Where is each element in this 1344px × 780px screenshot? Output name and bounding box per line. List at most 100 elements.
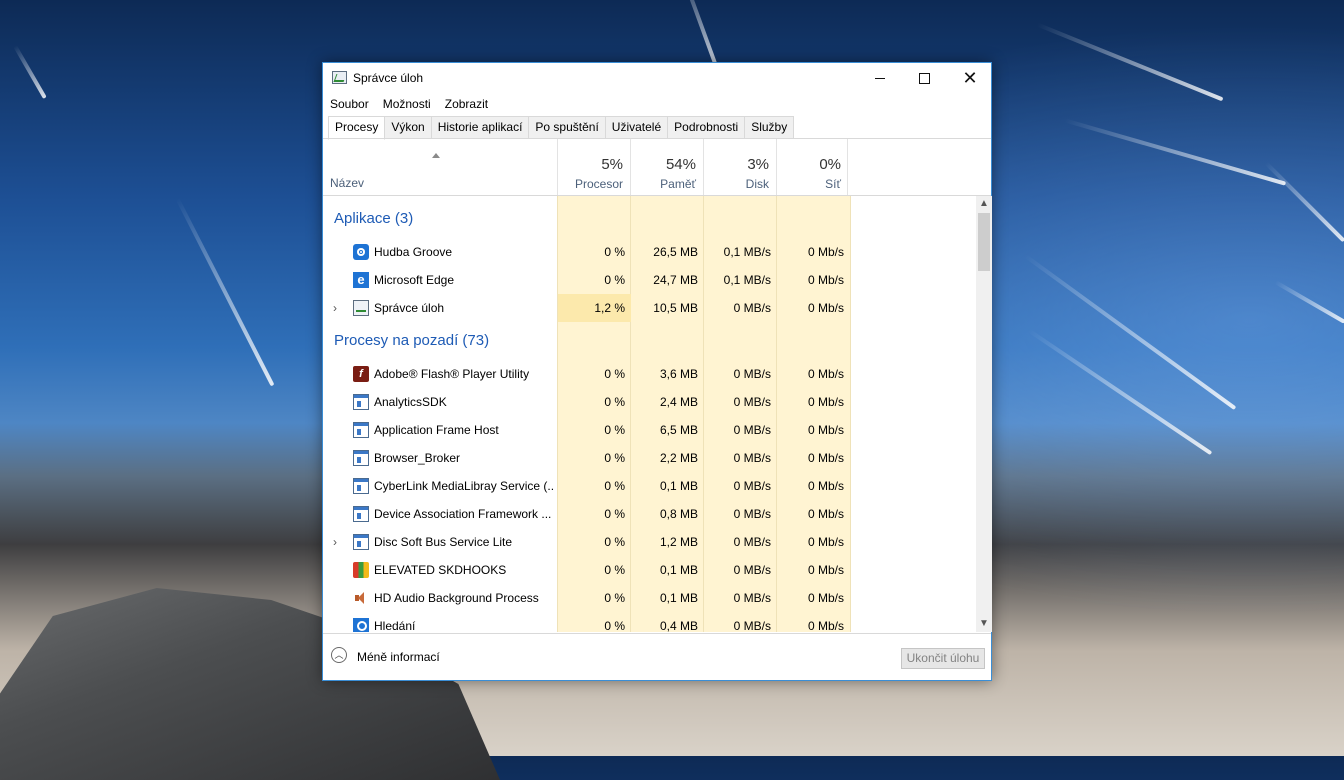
process-name: Hudba Groove xyxy=(374,245,453,259)
memory-total: 54% xyxy=(665,156,696,173)
table-row[interactable]: Device Association Framework ... 0 % 0,8 M… xyxy=(323,500,975,528)
column-header: Název 5% Procesor 54% Paměť 3% Disk 0% S… xyxy=(323,139,991,196)
memory-value: 2,2 MB xyxy=(659,451,698,465)
tab-podrobnosti[interactable]: Podrobnosti xyxy=(668,116,746,139)
memory-value: 10,5 MB xyxy=(653,301,698,315)
close-icon: ✕ xyxy=(962,68,978,88)
footer-bar: ︿ Méně informací Ukončit úlohu xyxy=(323,633,991,682)
cpu-value: 0 % xyxy=(604,479,625,493)
column-name-header[interactable]: Název xyxy=(330,176,364,190)
network-value: 0 Mb/s xyxy=(807,479,844,493)
table-row[interactable]: f Adobe® Flash® Player Utility 0 % 3,6 MB 0 … xyxy=(323,360,975,388)
disk-value: 0 MB/s xyxy=(733,563,771,577)
network-value: 0 Mb/s xyxy=(807,395,844,409)
process-name: Hledání xyxy=(374,619,416,632)
table-row[interactable]: AnalyticsSDK 0 % 2,4 MB 0 MB/s 0 Mb/s xyxy=(323,388,975,416)
cpu-value: 0 % xyxy=(604,367,625,381)
memory-value: 24,7 MB xyxy=(653,273,698,287)
edge-icon: e xyxy=(353,272,369,288)
menu-moznosti[interactable]: Možnosti xyxy=(376,93,438,115)
process-name: Microsoft Edge xyxy=(374,273,455,287)
table-row[interactable]: › Správce úloh 1,2 % 10,5 MB 0 MB/s 0 Mb/s xyxy=(323,294,975,322)
scroll-down-icon[interactable]: ▼ xyxy=(976,616,992,632)
maximize-icon xyxy=(918,72,930,84)
memory-value: 26,5 MB xyxy=(653,245,698,259)
disk-value: 0 MB/s xyxy=(733,507,771,521)
disk-value: 0 MB/s xyxy=(733,301,771,315)
disk-value: 0,1 MB/s xyxy=(723,245,771,259)
disk-value: 0 MB/s xyxy=(733,367,771,381)
disk-value: 0 MB/s xyxy=(733,395,771,409)
disk-value: 0 MB/s xyxy=(733,619,771,632)
table-row[interactable]: CyberLink MediaLibray Service (... 0 % 0,1… xyxy=(323,472,975,500)
table-row[interactable]: HD Audio Background Process 0 % 0,1 MB 0 MB… xyxy=(323,584,975,612)
disk-value: 0,1 MB/s xyxy=(723,273,771,287)
menu-bar: Soubor Možnosti Zobrazit xyxy=(323,93,991,115)
disk-value: 0 MB/s xyxy=(733,591,771,605)
task-manager-window: Správce úloh ✕ Soubor Možnosti Zobrazit … xyxy=(322,62,992,681)
sort-up-icon xyxy=(432,153,440,158)
table-row[interactable]: e Microsoft Edge 0 % 24,7 MB 0,1 MB/s 0 Mb/s xyxy=(323,266,975,294)
tab-procesy[interactable]: Procesy xyxy=(328,116,386,140)
process-name: Application Frame Host xyxy=(374,423,499,437)
flash-icon: f xyxy=(353,366,369,382)
menu-soubor[interactable]: Soubor xyxy=(323,93,376,115)
group-apps-header[interactable]: Aplikace (3) xyxy=(334,210,413,227)
table-row[interactable]: › Disc Soft Bus Service Lite 0 % 1,2 MB 0 MB… xyxy=(323,528,975,556)
group-background-header[interactable]: Procesy na pozadí (73) xyxy=(334,332,489,349)
title-bar[interactable]: Správce úloh ✕ xyxy=(323,63,991,93)
network-value: 0 Mb/s xyxy=(807,535,844,549)
process-name: Device Association Framework ... xyxy=(374,507,552,521)
tab-po-spusteni[interactable]: Po spuštění xyxy=(529,116,606,139)
task-manager-icon xyxy=(332,71,347,84)
table-row[interactable]: Hledání 0 % 0,4 MB 0 MB/s 0 Mb/s xyxy=(323,612,975,632)
vertical-scrollbar[interactable]: ▲ ▼ xyxy=(976,196,992,632)
table-row[interactable]: Application Frame Host 0 % 6,5 MB 0 MB/s 0 M… xyxy=(323,416,975,444)
column-network-header[interactable]: 0% Síť xyxy=(776,139,848,195)
window-icon xyxy=(353,478,369,494)
table-row[interactable]: ELEVATED SKDHOOKS 0 % 0,1 MB 0 MB/s 0 Mb/s xyxy=(323,556,975,584)
process-name: AnalyticsSDK xyxy=(374,395,447,409)
cpu-value: 0 % xyxy=(604,273,625,287)
chevron-up-circle-icon[interactable]: ︿ xyxy=(331,647,347,663)
chevron-right-icon[interactable]: › xyxy=(333,535,337,549)
network-label: Síť xyxy=(825,177,841,191)
maximize-button[interactable] xyxy=(901,63,947,93)
less-info-link[interactable]: Méně informací xyxy=(357,650,440,664)
end-task-button[interactable]: Ukončit úlohu xyxy=(901,648,985,669)
search-icon xyxy=(353,618,369,632)
disk-value: 0 MB/s xyxy=(733,451,771,465)
network-value: 0 Mb/s xyxy=(807,451,844,465)
disk-label: Disk xyxy=(745,177,769,191)
tab-historie-aplikaci[interactable]: Historie aplikací xyxy=(431,116,530,139)
network-value: 0 Mb/s xyxy=(807,273,844,287)
tab-sluzby[interactable]: Služby xyxy=(745,116,795,139)
tab-vykon[interactable]: Výkon xyxy=(385,116,432,139)
tab-uzivatele[interactable]: Uživatelé xyxy=(605,116,669,139)
scroll-thumb[interactable] xyxy=(978,213,990,271)
table-row[interactable]: Hudba Groove 0 % 26,5 MB 0,1 MB/s 0 Mb/s xyxy=(323,238,975,266)
close-button[interactable]: ✕ xyxy=(947,63,993,93)
process-name: Adobe® Flash® Player Utility xyxy=(374,367,530,381)
window-icon xyxy=(353,450,369,466)
memory-value: 0,1 MB xyxy=(659,563,698,577)
chevron-right-icon[interactable]: › xyxy=(333,301,337,315)
cpu-value: 0 % xyxy=(604,535,625,549)
window-icon xyxy=(353,506,369,522)
cpu-value: 0 % xyxy=(604,591,625,605)
minimize-button[interactable] xyxy=(857,63,903,93)
cpu-value: 0 % xyxy=(604,507,625,521)
cpu-value: 0 % xyxy=(604,395,625,409)
cpu-total: 5% xyxy=(601,156,623,173)
column-memory-header[interactable]: 54% Paměť xyxy=(630,139,702,195)
network-value: 0 Mb/s xyxy=(807,301,844,315)
window-icon xyxy=(353,422,369,438)
menu-zobrazit[interactable]: Zobrazit xyxy=(438,93,495,115)
column-disk-header[interactable]: 3% Disk xyxy=(703,139,775,195)
disk-value: 0 MB/s xyxy=(733,479,771,493)
table-row[interactable]: Browser_Broker 0 % 2,2 MB 0 MB/s 0 Mb/s xyxy=(323,444,975,472)
column-cpu-header[interactable]: 5% Procesor xyxy=(557,139,629,195)
cpu-value: 0 % xyxy=(604,563,625,577)
scroll-up-icon[interactable]: ▲ xyxy=(976,196,992,212)
window-icon xyxy=(353,394,369,410)
